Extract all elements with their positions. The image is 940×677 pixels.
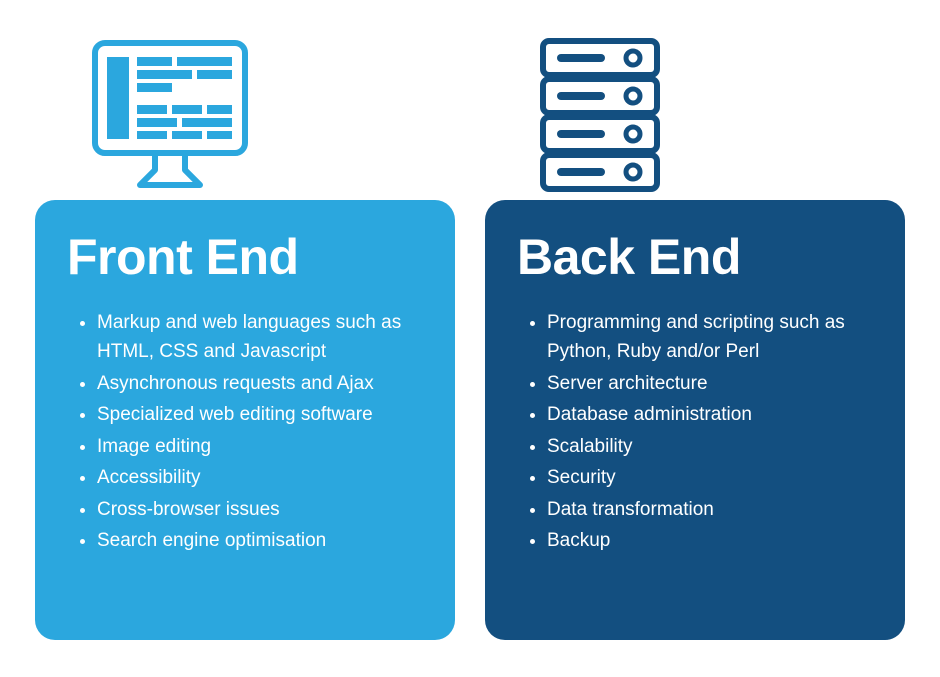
list-item: Programming and scripting such as Python… [547, 308, 873, 367]
back-end-icon-wrap [485, 30, 905, 200]
front-end-icon-wrap [35, 30, 455, 200]
front-end-card: Front End Markup and web languages such … [35, 200, 455, 640]
back-end-card: Back End Programming and scripting such … [485, 200, 905, 640]
monitor-icon [85, 35, 255, 195]
list-item: Database administration [547, 400, 873, 429]
list-item: Markup and web languages such as HTML, C… [97, 308, 423, 367]
list-item: Backup [547, 526, 873, 555]
list-item: Asynchronous requests and Ajax [97, 369, 423, 398]
list-item: Cross-browser issues [97, 495, 423, 524]
list-item: Accessibility [97, 463, 423, 492]
front-end-column: Front End Markup and web languages such … [35, 30, 455, 640]
back-end-list: Programming and scripting such as Python… [517, 308, 873, 556]
front-end-list: Markup and web languages such as HTML, C… [67, 308, 423, 556]
front-end-title: Front End [67, 228, 423, 286]
server-icon [535, 35, 665, 195]
list-item: Server architecture [547, 369, 873, 398]
list-item: Search engine optimisation [97, 526, 423, 555]
list-item: Scalability [547, 432, 873, 461]
list-item: Security [547, 463, 873, 492]
list-item: Specialized web editing software [97, 400, 423, 429]
back-end-title: Back End [517, 228, 873, 286]
list-item: Image editing [97, 432, 423, 461]
list-item: Data transformation [547, 495, 873, 524]
back-end-column: Back End Programming and scripting such … [485, 30, 905, 640]
diagram-container: Front End Markup and web languages such … [0, 0, 940, 670]
